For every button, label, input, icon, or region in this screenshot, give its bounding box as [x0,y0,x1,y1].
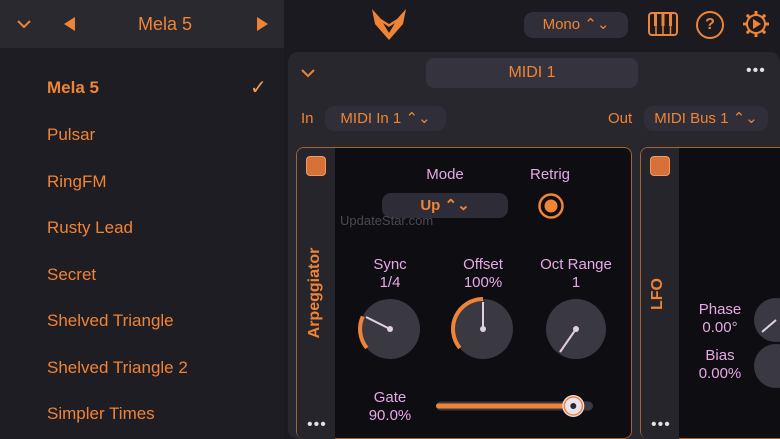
oct-range-knob[interactable] [544,297,608,361]
sync-value: 1/4 [379,274,401,291]
preset-item[interactable]: Secret [47,265,96,285]
preset-item[interactable]: Shelved Triangle 2 [47,358,188,378]
gate-slider[interactable] [436,392,596,420]
lfo-title: LFO [649,278,666,310]
arpeggiator-enable-toggle[interactable] [306,156,326,176]
help-icon[interactable]: ? [696,11,724,39]
offset-label: Offset [463,256,503,273]
preset-item[interactable]: Mela 5 [47,78,99,98]
next-preset-button[interactable] [252,14,272,34]
midi-out-label: Out [608,110,633,127]
preset-item[interactable]: Simpler Times [47,404,155,424]
preset-item[interactable]: Shelved Triangle [47,311,174,331]
midi-in-select[interactable]: MIDI In 1 ⌃⌄ [325,106,446,131]
chevron-down-icon[interactable] [10,0,38,51]
gate-label: Gate [373,389,407,406]
arpeggiator-more-icon[interactable]: ••• [307,416,327,434]
midi-in-label: In [301,110,314,127]
lfo-more-icon[interactable]: ••• [651,416,671,434]
gate-value: 90.0% [368,407,412,424]
sync-knob[interactable] [358,297,422,361]
lfo-enable-toggle[interactable] [650,156,670,176]
arpeggiator-title: Arpeggiator [306,247,323,339]
midi-module-title[interactable]: MIDI 1 [426,58,638,88]
offset-value: 100% [463,274,503,291]
voice-mode-select[interactable]: Mono ⌃⌄ [524,12,628,38]
preset-item[interactable]: RingFM [47,172,107,192]
keyboard-icon[interactable] [648,10,678,38]
gate-slider-fill [436,403,574,409]
gate-slider-thumb[interactable] [562,395,585,417]
midi-out-select[interactable]: MIDI Bus 1 ⌃⌄ [644,106,768,131]
triangle-left-icon [64,17,75,31]
offset-knob[interactable] [451,297,515,361]
previous-preset-button[interactable] [60,14,80,34]
checkmark-icon: ✓ [250,77,267,99]
triangle-right-icon [257,17,268,31]
sync-label: Sync [373,256,407,273]
current-preset-name[interactable]: Mela 5 [100,0,230,48]
collapse-chevron-icon[interactable] [299,64,317,82]
bias-knob[interactable] [752,342,780,390]
phase-knob[interactable] [752,296,780,344]
retrig-toggle[interactable] [537,192,565,220]
preset-item[interactable]: Rusty Lead [47,218,133,238]
watermark-text: UpdateStar.com [340,213,434,228]
mode-label: Mode [426,166,464,183]
more-options-icon[interactable]: ••• [746,62,766,80]
app-logo [369,6,409,42]
settings-gear-icon[interactable] [741,9,771,39]
preset-item[interactable]: Pulsar [47,125,95,145]
oct-range-value: 1 [571,274,581,291]
oct-range-label: Oct Range [540,256,612,273]
retrig-label: Retrig [529,166,570,183]
